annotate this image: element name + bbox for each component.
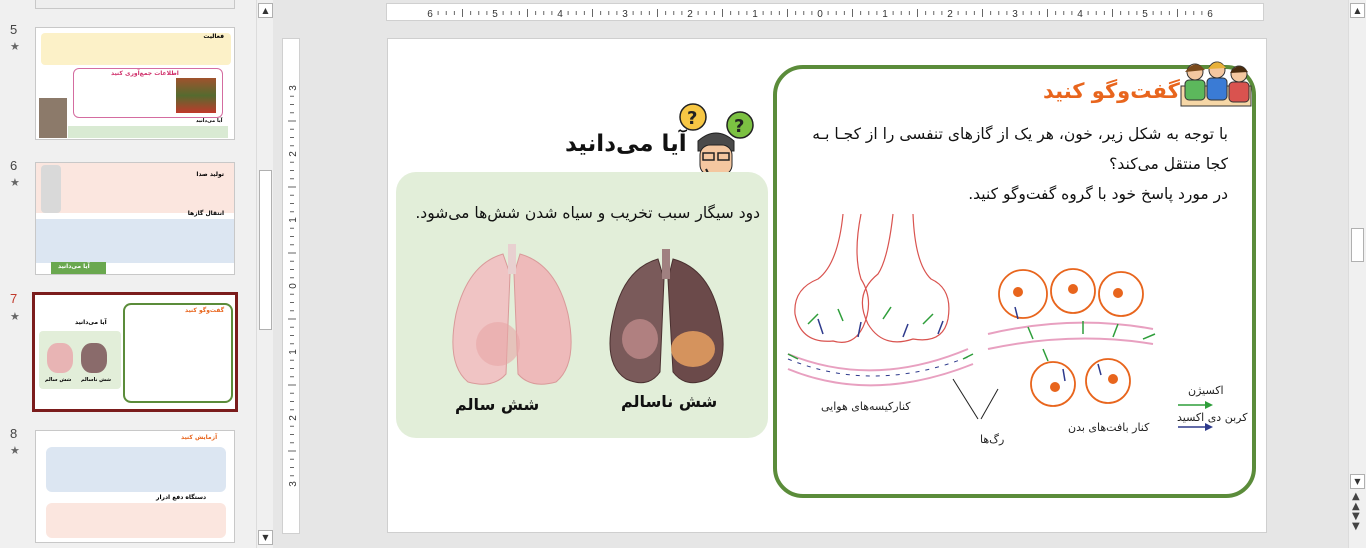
- thumb-heading: آیا می‌دانید: [58, 263, 90, 270]
- ruler-label: 5: [1142, 9, 1148, 20]
- thumb-heading: آیا می‌دانید: [75, 319, 107, 326]
- unhealthy-lung: [609, 249, 724, 384]
- thumb-heading: تولید صدا: [196, 171, 224, 178]
- ruler-label: 2: [288, 415, 299, 421]
- scroll-down-icon[interactable]: ▼: [258, 530, 273, 545]
- ruler-label: 1: [882, 9, 888, 20]
- scrollbar-thumb[interactable]: [259, 170, 272, 330]
- animation-star-icon: ★: [10, 444, 20, 457]
- ruler-label: 2: [288, 151, 299, 157]
- slide-thumbnail-7-active[interactable]: گفت‌وگو کنید آیا می‌دانید شش سالم شش ناس…: [32, 292, 238, 412]
- thumb-heading: دستگاه دفع ادرار: [156, 494, 207, 501]
- healthy-lung-label: شش سالم: [455, 395, 540, 414]
- slide-thumbnail-8[interactable]: آزمایش کنید دستگاه دفع ادرار: [35, 430, 235, 543]
- animation-star-icon: ★: [10, 40, 20, 53]
- ruler-label: 4: [557, 9, 563, 20]
- alveoli-label: کنارکیسه‌های هوایی: [821, 400, 911, 413]
- horizontal-ruler: 6 5 4 3 2 1 0 1 2 3 4 5 6: [386, 3, 1264, 21]
- ruler-ticks: 6 5 4 3 2 1 0 1 2 3 4 5 6: [427, 9, 1213, 20]
- thumb-heading: آیا می‌دانید: [196, 118, 223, 124]
- slide-number-5: 5: [10, 22, 18, 37]
- ruler-label: 1: [288, 217, 299, 223]
- did-you-know-title: آیا می‌دانید: [565, 131, 687, 157]
- ruler-label: 1: [288, 349, 299, 355]
- discussion-text: با توجه به شکل زیر، خون، هر یک از گازهای…: [783, 119, 1228, 209]
- group-discussion-icon: [1180, 61, 1252, 107]
- scrollbar-thumb[interactable]: [1351, 228, 1364, 262]
- editor-scrollbar[interactable]: ▲ ▼ ▲ ▲ ▼ ▼: [1348, 0, 1366, 548]
- slide-thumbnail-5[interactable]: فعالیت اطلاعات جمع‌آوری کنید آیا می‌دانی…: [35, 27, 235, 140]
- ruler-label: 6: [1207, 9, 1213, 20]
- slide-thumbnail-panel: 5 ★ فعالیت اطلاعات جمع‌آوری کنید آیا می‌…: [0, 0, 256, 548]
- co2-label: کربن دی اکسید: [1177, 411, 1248, 424]
- did-you-know-text: دود سیگار سبب تخریب و سیاه شدن شش‌ها می‌…: [415, 204, 760, 222]
- slide-canvas[interactable]: گفت‌وگو کنید با توجه به شکل زیر، خون، هر…: [387, 38, 1267, 533]
- ruler-label: 5: [492, 9, 498, 20]
- animation-star-icon: ★: [10, 176, 20, 189]
- scroll-up-icon[interactable]: ▲: [258, 3, 273, 18]
- thumb-heading: انتقال گازها: [187, 210, 224, 217]
- ruler-label: 3: [288, 85, 299, 91]
- ruler-label: 2: [687, 9, 693, 20]
- ruler-label: 1: [752, 9, 758, 20]
- thumb-heading: گفت‌وگو کنید: [185, 307, 225, 314]
- discussion-title: گفت‌وگو کنید: [1043, 79, 1180, 103]
- ruler-label: 0: [288, 283, 299, 289]
- thumbnail-scrollbar[interactable]: ▲ ▼: [256, 0, 273, 548]
- previous-slide-icon[interactable]: ▲ ▲: [1352, 492, 1360, 512]
- tissue-label: کنار بافت‌های بدن: [1068, 421, 1150, 434]
- svg-text:?: ?: [734, 116, 744, 137]
- lungs-image: [452, 244, 724, 385]
- thumb-heading: آزمایش کنید: [181, 434, 218, 441]
- slide-number-8: 8: [10, 426, 18, 441]
- scroll-down-icon[interactable]: ▼: [1350, 474, 1365, 489]
- animation-star-icon: ★: [10, 310, 20, 323]
- thumb-heading: فعالیت: [203, 33, 224, 40]
- ruler-label: 3: [622, 9, 628, 20]
- thumb-heading: شش ناسالم: [81, 377, 112, 383]
- slide-thumbnail-6[interactable]: تولید صدا انتقال گازها آیا می‌دانید: [35, 162, 235, 275]
- next-slide-icon[interactable]: ▼ ▼: [1352, 512, 1360, 532]
- ruler-ticks: 3 2 1 0 1 2 3: [288, 85, 299, 487]
- ruler-label: 3: [1012, 9, 1018, 20]
- presentation-app: 5 ★ فعالیت اطلاعات جمع‌آوری کنید آیا می‌…: [0, 0, 1366, 548]
- thumb-heading: شش سالم: [45, 377, 72, 383]
- scroll-up-icon[interactable]: ▲: [1350, 3, 1365, 18]
- unhealthy-lung-label: شش ناسالم: [621, 392, 718, 411]
- slide-number-6: 6: [10, 158, 18, 173]
- slide-number-7: 7: [10, 291, 18, 306]
- slide-thumbnail-4[interactable]: [35, 0, 235, 9]
- ruler-label: 0: [817, 9, 823, 20]
- vessels-label: رگ‌ها: [980, 433, 1005, 446]
- ruler-label: 4: [1077, 9, 1083, 20]
- svg-text:?: ?: [687, 108, 697, 129]
- thumb-heading: اطلاعات جمع‌آوری کنید: [111, 70, 179, 77]
- ruler-label: 6: [427, 9, 433, 20]
- vertical-ruler: 3 2 1 0 1 2 3: [282, 38, 300, 534]
- oxygen-label: اکسیژن: [1188, 384, 1224, 397]
- ruler-label: 2: [947, 9, 953, 20]
- ruler-label: 3: [288, 481, 299, 487]
- discussion-line: در مورد پاسخ خود با گروه گفت‌وگو کنید.: [968, 185, 1228, 203]
- healthy-lung: [452, 244, 572, 385]
- slide-editor: 6 5 4 3 2 1 0 1 2 3 4 5 6 3 2 1 0 1 2 3 گفت‌وگو کنید: [274, 0, 1348, 548]
- discussion-line: با توجه به شکل زیر، خون، هر یک از گازهای…: [812, 125, 1228, 143]
- discussion-line: کجا منتقل می‌کند؟: [1109, 155, 1228, 173]
